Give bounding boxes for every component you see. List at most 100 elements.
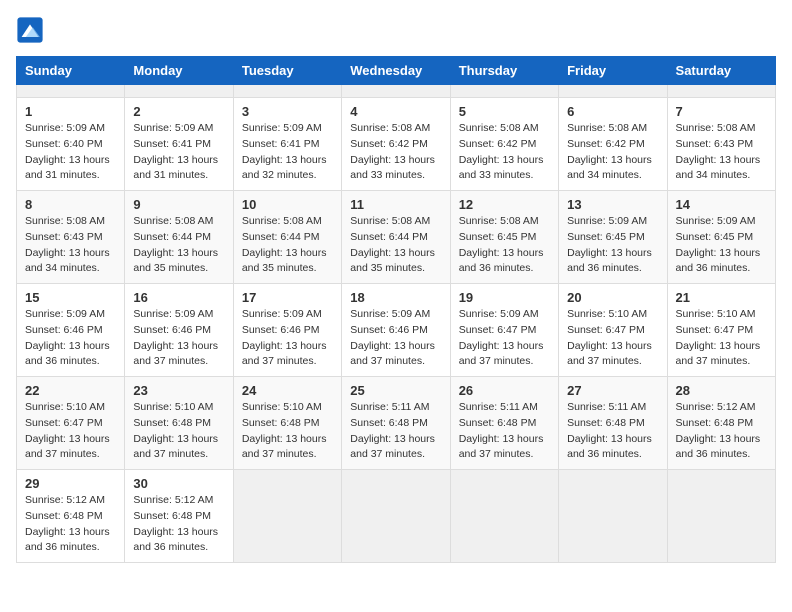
- header-cell-saturday: Saturday: [667, 57, 775, 85]
- day-info: Sunrise: 5:08 AMSunset: 6:43 PMDaylight:…: [25, 214, 116, 277]
- day-cell: 23 Sunrise: 5:10 AMSunset: 6:48 PMDayligh…: [125, 377, 233, 470]
- day-cell: 8 Sunrise: 5:08 AMSunset: 6:43 PMDaylight…: [17, 191, 125, 284]
- day-number: 8: [25, 197, 116, 212]
- day-number: 12: [459, 197, 550, 212]
- day-cell: 14 Sunrise: 5:09 AMSunset: 6:45 PMDayligh…: [667, 191, 775, 284]
- header-cell-sunday: Sunday: [17, 57, 125, 85]
- day-info: Sunrise: 5:09 AMSunset: 6:46 PMDaylight:…: [350, 307, 441, 370]
- page-header: [16, 16, 776, 44]
- day-cell: 13 Sunrise: 5:09 AMSunset: 6:45 PMDayligh…: [559, 191, 667, 284]
- day-number: 1: [25, 104, 116, 119]
- week-row-6: 29 Sunrise: 5:12 AMSunset: 6:48 PMDayligh…: [17, 470, 776, 563]
- day-cell: [233, 85, 341, 98]
- day-cell: [125, 85, 233, 98]
- day-number: 13: [567, 197, 658, 212]
- day-number: 14: [676, 197, 767, 212]
- day-cell: 27 Sunrise: 5:11 AMSunset: 6:48 PMDayligh…: [559, 377, 667, 470]
- day-number: 30: [133, 476, 224, 491]
- day-cell: 30 Sunrise: 5:12 AMSunset: 6:48 PMDayligh…: [125, 470, 233, 563]
- day-info: Sunrise: 5:09 AMSunset: 6:40 PMDaylight:…: [25, 121, 116, 184]
- day-number: 19: [459, 290, 550, 305]
- logo-icon: [16, 16, 44, 44]
- day-cell: 2 Sunrise: 5:09 AMSunset: 6:41 PMDaylight…: [125, 98, 233, 191]
- header-cell-wednesday: Wednesday: [342, 57, 450, 85]
- day-number: 6: [567, 104, 658, 119]
- day-info: Sunrise: 5:09 AMSunset: 6:41 PMDaylight:…: [133, 121, 224, 184]
- day-cell: 16Sunrise: 5:09 AMSunset: 6:46 PMDayligh…: [125, 284, 233, 377]
- day-info: Sunrise: 5:08 AMSunset: 6:42 PMDaylight:…: [567, 121, 658, 184]
- day-number: 25: [350, 383, 441, 398]
- day-cell: [667, 85, 775, 98]
- day-number: 16: [133, 290, 224, 305]
- day-info: Sunrise: 5:08 AMSunset: 6:44 PMDaylight:…: [350, 214, 441, 277]
- day-number: 24: [242, 383, 333, 398]
- day-number: 20: [567, 290, 658, 305]
- day-cell: 29Sunrise: 5:12 AMSunset: 6:48 PMDayligh…: [17, 470, 125, 563]
- day-cell: 9 Sunrise: 5:08 AMSunset: 6:44 PMDaylight…: [125, 191, 233, 284]
- day-cell: [450, 85, 558, 98]
- day-info: Sunrise: 5:11 AMSunset: 6:48 PMDaylight:…: [567, 400, 658, 463]
- day-cell: 19 Sunrise: 5:09 AMSunset: 6:47 PMDayligh…: [450, 284, 558, 377]
- week-row-2: 1 Sunrise: 5:09 AMSunset: 6:40 PMDaylight…: [17, 98, 776, 191]
- day-info: Sunrise: 5:10 AMSunset: 6:47 PMDaylight:…: [567, 307, 658, 370]
- day-number: 2: [133, 104, 224, 119]
- header-cell-thursday: Thursday: [450, 57, 558, 85]
- day-cell: 10Sunrise: 5:08 AMSunset: 6:44 PMDayligh…: [233, 191, 341, 284]
- day-info: Sunrise: 5:12 AMSunset: 6:48 PMDaylight:…: [676, 400, 767, 463]
- day-cell: 28 Sunrise: 5:12 AMSunset: 6:48 PMDayligh…: [667, 377, 775, 470]
- day-info: Sunrise: 5:09 AMSunset: 6:45 PMDaylight:…: [676, 214, 767, 277]
- calendar-body: 1 Sunrise: 5:09 AMSunset: 6:40 PMDaylight…: [17, 85, 776, 563]
- day-info: Sunrise: 5:08 AMSunset: 6:44 PMDaylight:…: [133, 214, 224, 277]
- day-number: 26: [459, 383, 550, 398]
- day-cell: 24 Sunrise: 5:10 AMSunset: 6:48 PMDayligh…: [233, 377, 341, 470]
- day-number: 27: [567, 383, 658, 398]
- day-cell: 21 Sunrise: 5:10 AMSunset: 6:47 PMDayligh…: [667, 284, 775, 377]
- day-number: 23: [133, 383, 224, 398]
- week-row-5: 22Sunrise: 5:10 AMSunset: 6:47 PMDayligh…: [17, 377, 776, 470]
- day-cell: 4Sunrise: 5:08 AMSunset: 6:42 PMDaylight…: [342, 98, 450, 191]
- day-info: Sunrise: 5:12 AMSunset: 6:48 PMDaylight:…: [133, 493, 224, 556]
- day-number: 15: [25, 290, 116, 305]
- day-cell: 12 Sunrise: 5:08 AMSunset: 6:45 PMDayligh…: [450, 191, 558, 284]
- day-cell: 5 Sunrise: 5:08 AMSunset: 6:42 PMDaylight…: [450, 98, 558, 191]
- day-cell: 15 Sunrise: 5:09 AMSunset: 6:46 PMDayligh…: [17, 284, 125, 377]
- header-row: SundayMondayTuesdayWednesdayThursdayFrid…: [17, 57, 776, 85]
- day-info: Sunrise: 5:11 AMSunset: 6:48 PMDaylight:…: [459, 400, 550, 463]
- day-cell: [233, 470, 341, 563]
- day-info: Sunrise: 5:10 AMSunset: 6:48 PMDaylight:…: [242, 400, 333, 463]
- day-cell: 1 Sunrise: 5:09 AMSunset: 6:40 PMDaylight…: [17, 98, 125, 191]
- day-number: 5: [459, 104, 550, 119]
- day-number: 9: [133, 197, 224, 212]
- day-cell: [667, 470, 775, 563]
- day-cell: [342, 470, 450, 563]
- day-cell: 6 Sunrise: 5:08 AMSunset: 6:42 PMDaylight…: [559, 98, 667, 191]
- day-cell: 17Sunrise: 5:09 AMSunset: 6:46 PMDayligh…: [233, 284, 341, 377]
- day-cell: 26 Sunrise: 5:11 AMSunset: 6:48 PMDayligh…: [450, 377, 558, 470]
- day-cell: 3Sunrise: 5:09 AMSunset: 6:41 PMDaylight…: [233, 98, 341, 191]
- day-info: Sunrise: 5:09 AMSunset: 6:47 PMDaylight:…: [459, 307, 550, 370]
- day-number: 17: [242, 290, 333, 305]
- day-info: Sunrise: 5:08 AMSunset: 6:43 PMDaylight:…: [676, 121, 767, 184]
- day-info: Sunrise: 5:09 AMSunset: 6:45 PMDaylight:…: [567, 214, 658, 277]
- day-number: 10: [242, 197, 333, 212]
- header-cell-tuesday: Tuesday: [233, 57, 341, 85]
- day-info: Sunrise: 5:08 AMSunset: 6:42 PMDaylight:…: [459, 121, 550, 184]
- logo: [16, 16, 48, 44]
- day-cell: [559, 85, 667, 98]
- day-info: Sunrise: 5:10 AMSunset: 6:48 PMDaylight:…: [133, 400, 224, 463]
- day-cell: 22Sunrise: 5:10 AMSunset: 6:47 PMDayligh…: [17, 377, 125, 470]
- day-number: 18: [350, 290, 441, 305]
- day-info: Sunrise: 5:11 AMSunset: 6:48 PMDaylight:…: [350, 400, 441, 463]
- day-number: 21: [676, 290, 767, 305]
- day-info: Sunrise: 5:10 AMSunset: 6:47 PMDaylight:…: [25, 400, 116, 463]
- day-number: 28: [676, 383, 767, 398]
- header-cell-friday: Friday: [559, 57, 667, 85]
- day-number: 3: [242, 104, 333, 119]
- day-info: Sunrise: 5:10 AMSunset: 6:47 PMDaylight:…: [676, 307, 767, 370]
- day-cell: 18 Sunrise: 5:09 AMSunset: 6:46 PMDayligh…: [342, 284, 450, 377]
- day-number: 7: [676, 104, 767, 119]
- day-info: Sunrise: 5:08 AMSunset: 6:45 PMDaylight:…: [459, 214, 550, 277]
- day-info: Sunrise: 5:09 AMSunset: 6:46 PMDaylight:…: [25, 307, 116, 370]
- day-number: 29: [25, 476, 116, 491]
- day-cell: [559, 470, 667, 563]
